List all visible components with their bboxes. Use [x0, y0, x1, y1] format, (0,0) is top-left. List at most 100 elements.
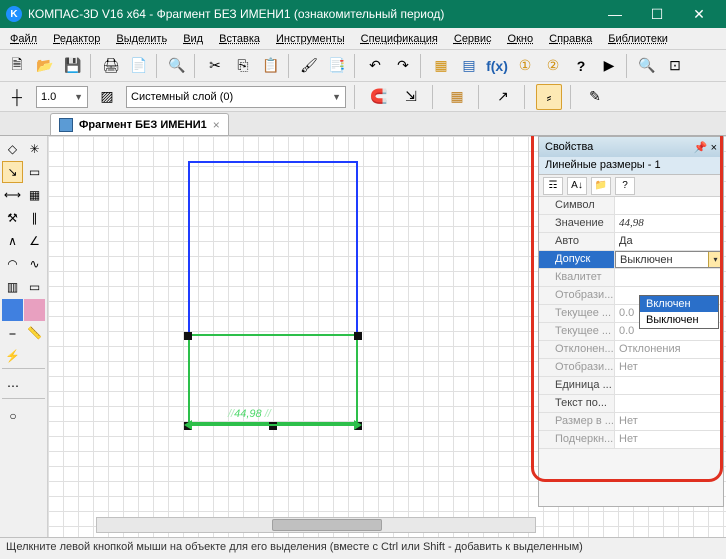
grid-icon[interactable]: ▦ — [444, 84, 470, 110]
menu-service[interactable]: Сервис — [446, 31, 500, 47]
tool-hammer[interactable]: ⚒ — [2, 207, 23, 229]
zoom-in-icon[interactable]: 🔍 — [634, 53, 660, 79]
horizontal-scrollbar[interactable] — [96, 517, 536, 533]
scale-combo[interactable]: 1.0 ▼ — [36, 86, 88, 108]
fx-icon[interactable]: f(x) — [484, 53, 510, 79]
maximize-button[interactable]: ☐ — [636, 3, 678, 25]
tool-line[interactable]: ↘ — [2, 161, 23, 183]
undo-icon[interactable]: ↶ — [362, 53, 388, 79]
zoom-extents-icon[interactable]: ⊡ — [662, 53, 688, 79]
menu-help[interactable]: Справка — [541, 31, 600, 47]
tool-segment[interactable]: ⎯ — [2, 322, 23, 344]
tolerance-dropdown[interactable]: Включен Выключен — [639, 295, 719, 329]
tool-blue[interactable] — [2, 299, 23, 321]
tool-parallel[interactable]: ∥ — [24, 207, 45, 229]
blue-rectangle[interactable] — [188, 161, 358, 336]
prop-help-icon[interactable]: ? — [615, 177, 635, 195]
dimension-line[interactable] — [188, 424, 358, 426]
selection-handle[interactable] — [354, 332, 362, 340]
redo-icon[interactable]: ↷ — [390, 53, 416, 79]
property-value[interactable]: Нет — [615, 359, 723, 376]
property-row[interactable]: Подчеркн...Нет — [539, 431, 723, 449]
property-row[interactable]: ДопускВыключен▾ — [539, 251, 723, 269]
paste-icon[interactable]: 📋 — [258, 53, 284, 79]
menu-edit[interactable]: Редактор — [45, 31, 108, 47]
tool-ruler[interactable]: 📏 — [24, 322, 45, 344]
doc-tab-active[interactable]: Фрагмент БЕЗ ИМЕНИ1 × — [50, 113, 229, 135]
properties-title[interactable]: Свойства 📌 × — [539, 137, 723, 157]
property-value[interactable]: 44,98 — [615, 215, 723, 232]
param1-icon[interactable]: ① — [512, 53, 538, 79]
dropdown-button[interactable]: ▾ — [708, 252, 722, 267]
green-rectangle-selected[interactable] — [188, 334, 358, 424]
param2-icon[interactable]: ② — [540, 53, 566, 79]
menu-view[interactable]: Вид — [175, 31, 211, 47]
tool-geo2[interactable]: ✳ — [24, 138, 45, 160]
close-button[interactable]: ✕ — [678, 3, 720, 25]
preview-icon[interactable]: 📄 — [126, 53, 152, 79]
save-icon[interactable]: 💾 — [60, 53, 86, 79]
library-icon[interactable]: ▦ — [428, 53, 454, 79]
scroll-thumb[interactable] — [272, 519, 382, 531]
tool-arc[interactable]: ◠ — [2, 253, 23, 275]
menu-insert[interactable]: Вставка — [211, 31, 268, 47]
menu-spec[interactable]: Спецификация — [353, 31, 446, 47]
property-row[interactable]: АвтоДа — [539, 233, 723, 251]
layers-icon[interactable]: ▨ — [94, 84, 120, 110]
tool-rect[interactable]: ▭ — [24, 276, 45, 298]
property-value[interactable] — [615, 377, 723, 394]
open-icon[interactable]: 📂 — [32, 53, 58, 79]
property-row[interactable]: Отклонен...Отклонения — [539, 341, 723, 359]
tab-close-icon[interactable]: × — [213, 118, 220, 132]
run-icon[interactable]: ▶ — [596, 53, 622, 79]
tool-curve[interactable]: ∿ — [24, 253, 45, 275]
property-value[interactable]: Нет — [615, 413, 723, 430]
property-row[interactable]: Текст по... — [539, 395, 723, 413]
property-row[interactable]: Единица ... — [539, 377, 723, 395]
properties-icon[interactable]: 📑 — [324, 53, 350, 79]
menu-select[interactable]: Выделить — [108, 31, 175, 47]
prop-sort-icon[interactable]: A↓ — [567, 177, 587, 195]
axis-icon[interactable]: ⇲ — [398, 84, 424, 110]
property-value[interactable] — [615, 269, 723, 286]
property-row[interactable]: Квалитет — [539, 269, 723, 287]
tool-hatch[interactable]: ▦ — [24, 184, 45, 206]
menu-tools[interactable]: Инструменты — [268, 31, 353, 47]
prop-categorize-icon[interactable]: ☶ — [543, 177, 563, 195]
edit-icon[interactable]: ✎ — [582, 84, 608, 110]
tool-table[interactable]: ▥ — [2, 276, 23, 298]
tool-flash[interactable]: ⚡ — [2, 345, 23, 367]
minimize-button[interactable]: — — [594, 3, 636, 25]
dropdown-option-on[interactable]: Включен — [640, 296, 718, 312]
layer-combo[interactable]: Системный слой (0) ▼ — [126, 86, 346, 108]
copy-icon[interactable]: ⎘ — [230, 53, 256, 79]
pin-icon[interactable]: 📌 × — [694, 141, 717, 154]
vars-icon[interactable]: ▤ — [456, 53, 482, 79]
property-row[interactable]: Значение44,98 — [539, 215, 723, 233]
tool-pink[interactable] — [24, 299, 45, 321]
snap-icon[interactable]: ↗ — [490, 84, 516, 110]
pdf-icon[interactable]: 🔍 — [164, 53, 190, 79]
dropdown-option-off[interactable]: Выключен — [640, 312, 718, 328]
dimension-text[interactable]: //44,98 // — [228, 400, 271, 423]
prop-folder-icon[interactable]: 📁 — [591, 177, 611, 195]
property-value[interactable] — [615, 395, 723, 412]
tool-axis[interactable]: ∧ — [2, 230, 23, 252]
tool-dim[interactable]: ⟷ — [2, 184, 23, 206]
property-value[interactable]: Отклонения — [615, 341, 723, 358]
ortho-toggle-icon[interactable]: ⸗ — [536, 84, 562, 110]
ortho-icon[interactable]: ┼ — [4, 84, 30, 110]
new-icon[interactable]: 🗎 — [4, 53, 30, 79]
selection-handle[interactable] — [184, 332, 192, 340]
canvas[interactable]: //44,98 // Свойства 📌 × Линейные размеры… — [48, 136, 726, 537]
brush-icon[interactable]: 🖌 — [296, 53, 322, 79]
print-icon[interactable]: 🖨 — [98, 53, 124, 79]
property-value[interactable]: Нет — [615, 431, 723, 448]
menu-file[interactable]: Файл — [2, 31, 45, 47]
tool-circle[interactable]: ○ — [2, 405, 24, 427]
property-row[interactable]: Отобрази...Нет — [539, 359, 723, 377]
property-row[interactable]: Размер в ...Нет — [539, 413, 723, 431]
tool-select[interactable]: ▭ — [24, 161, 45, 183]
tool-geo1[interactable]: ◇ — [2, 138, 23, 160]
menu-window[interactable]: Окно — [500, 31, 542, 47]
